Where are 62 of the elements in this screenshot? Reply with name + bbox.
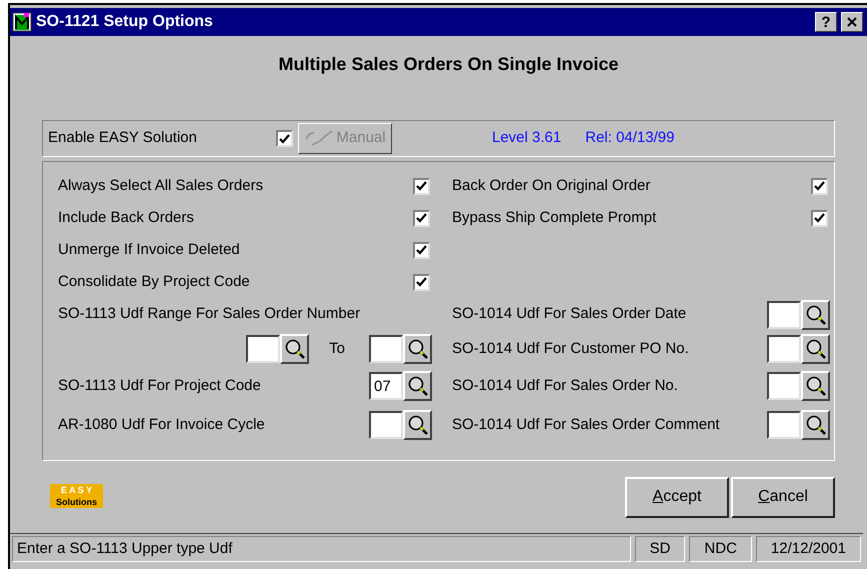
input-field[interactable] [767, 300, 801, 328]
option-label: Back Order On Original Order [452, 176, 650, 196]
checkbox[interactable] [276, 130, 293, 147]
search-icon [804, 414, 826, 436]
input-field[interactable]: 07 [369, 372, 403, 400]
status-section: NDC [689, 536, 752, 562]
dialog-button[interactable]: Cancel [731, 476, 835, 518]
search-button[interactable] [403, 334, 432, 364]
search-button[interactable] [801, 334, 830, 364]
input-field[interactable] [767, 411, 801, 439]
option-label: SO-1014 Udf For Customer PO No. [452, 338, 689, 359]
search-button[interactable] [403, 410, 432, 440]
status-section: 12/12/2001 [756, 536, 861, 562]
checkbox[interactable] [811, 210, 828, 226]
close-icon [847, 17, 857, 27]
search-button[interactable] [280, 334, 310, 364]
dialog-heading: Multiple Sales Orders On Single Invoice [277, 52, 619, 76]
window-title: SO-1121 Setup Options [36, 12, 214, 32]
checkbox[interactable] [413, 242, 430, 258]
to-label: To [329, 338, 345, 359]
release-text: Rel: 04/13/99 [585, 128, 674, 148]
option-label: Include Back Orders [58, 208, 194, 228]
checkbox[interactable] [811, 178, 828, 194]
dialog-button[interactable]: Accept [625, 476, 729, 518]
search-icon [284, 338, 306, 360]
option-label: Bypass Ship Complete Prompt [452, 208, 656, 228]
option-label: SO-1113 Udf Range For Sales Order Number [58, 304, 360, 324]
line-icon [304, 128, 334, 148]
option-label: Consolidate By Project Code [58, 272, 250, 292]
status-section: SD [634, 536, 686, 562]
checkbox[interactable] [413, 210, 430, 226]
input-field[interactable] [767, 372, 801, 400]
search-button[interactable] [801, 300, 830, 330]
input-field[interactable] [369, 411, 403, 439]
version-text: Level 3.61 [492, 128, 562, 148]
help-button[interactable]: ? [815, 12, 837, 32]
option-label: Unmerge If Invoice Deleted [58, 240, 240, 260]
search-button[interactable] [403, 371, 432, 401]
easy-solutions-logo: E A S Y Solutions [50, 484, 103, 508]
option-label: SO-1014 Udf For Sales Order Comment [452, 414, 720, 435]
search-icon [406, 338, 428, 360]
search-icon [406, 414, 428, 436]
input-field[interactable] [369, 335, 403, 363]
search-button[interactable] [801, 410, 830, 440]
app-icon [12, 12, 32, 32]
status-message: Enter a SO-1113 Upper type Udf [12, 536, 631, 562]
option-label: Always Select All Sales Orders [58, 176, 264, 196]
option-label: AR-1080 Udf For Invoice Cycle [58, 414, 265, 435]
option-label: SO-1014 Udf For Sales Order No. [452, 376, 678, 396]
search-icon [804, 338, 826, 360]
option-label: SO-1014 Udf For Sales Order Date [452, 304, 686, 324]
input-field[interactable] [246, 335, 280, 363]
option-label: SO-1113 Udf For Project Code [58, 376, 261, 396]
checkbox[interactable] [413, 274, 430, 290]
close-button[interactable] [841, 12, 863, 32]
input-field[interactable] [767, 335, 801, 363]
checkbox[interactable] [413, 178, 430, 194]
search-icon [804, 304, 826, 326]
easy-label: Enable EASY Solution [48, 128, 198, 148]
search-icon [406, 375, 428, 397]
search-icon [804, 375, 826, 397]
search-button[interactable] [801, 371, 830, 401]
